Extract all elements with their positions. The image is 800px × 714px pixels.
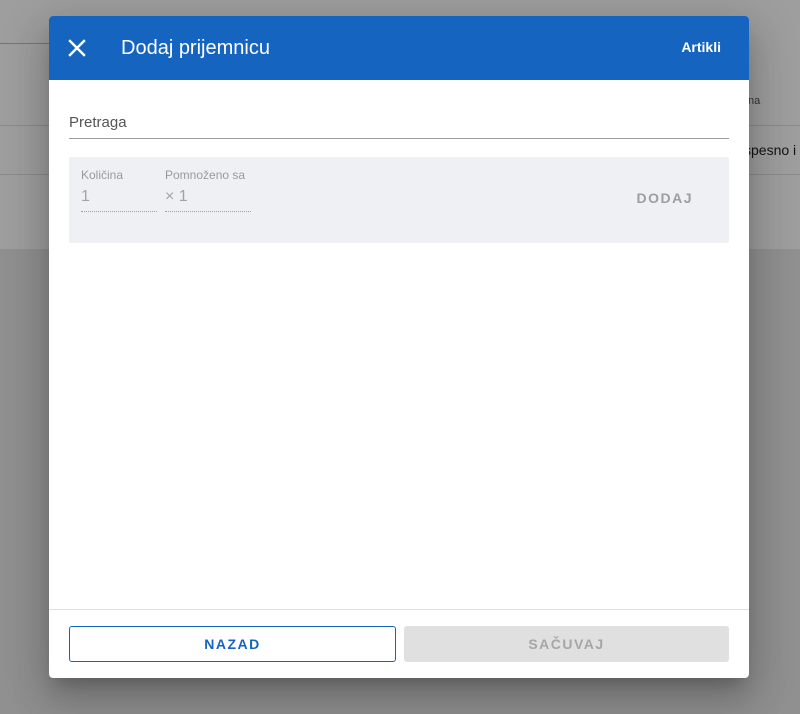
multiplier-label: Pomnoženo sa: [165, 168, 246, 182]
artikli-button[interactable]: Artikli: [681, 38, 721, 56]
search-input[interactable]: [69, 110, 729, 134]
dialog-title: Dodaj prijemnicu: [121, 37, 270, 59]
footer-divider: [49, 609, 749, 610]
add-receipt-dialog: Dodaj prijemnicu Artikli Količina 1 Pomn…: [49, 16, 749, 678]
quantity-field[interactable]: Količina 1: [81, 168, 157, 212]
back-button[interactable]: NAZAD: [69, 626, 396, 662]
save-button[interactable]: SAČUVAJ: [404, 626, 729, 662]
multiplier-field[interactable]: Pomnoženo sa × 1: [165, 168, 251, 212]
quantity-input[interactable]: 1: [81, 187, 157, 212]
quantity-label: Količina: [81, 168, 124, 182]
add-item-button[interactable]: DODAJ: [636, 190, 693, 206]
quantity-panel: Količina 1 Pomnoženo sa × 1 DODAJ: [69, 157, 729, 243]
multiplier-input[interactable]: × 1: [165, 187, 251, 212]
search-field: [69, 102, 729, 139]
close-icon[interactable]: [65, 36, 89, 60]
dialog-header: Dodaj prijemnicu Artikli: [49, 16, 749, 80]
